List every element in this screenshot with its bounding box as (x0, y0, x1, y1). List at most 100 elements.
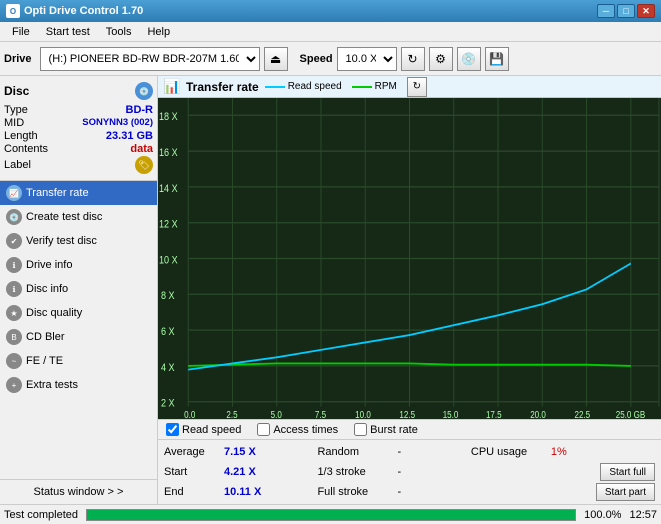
average-label: Average (164, 446, 224, 458)
chart-header: 📊 Transfer rate Read speed RPM ↻ (158, 76, 661, 98)
eject-button[interactable]: ⏏ (264, 47, 288, 71)
svg-text:10.0: 10.0 (355, 409, 371, 419)
disc-info-icon: ℹ (6, 281, 22, 297)
speed-select[interactable]: Max2.0 X4.0 X6.0 X8.0 X10.0 X12.0 X (337, 47, 397, 71)
label-icon: 🏷 (135, 156, 153, 174)
disc-contents-row: Contents data (4, 143, 153, 155)
nav-disc-info[interactable]: ℹ Disc info (0, 277, 157, 301)
end-label: End (164, 486, 224, 498)
checkbox-row: Read speed Access times Burst rate (158, 419, 661, 440)
start-value: 4.21 X (224, 466, 268, 478)
stats-row-average: Average 7.15 X Random - CPU usage 1% (164, 442, 655, 462)
sidebar: Disc 💿 Type BD-R MID SONYNN3 (002) Lengt… (0, 76, 158, 504)
stat-start-part-group: Start part (471, 483, 655, 501)
menu-start-test[interactable]: Start test (38, 24, 98, 40)
title-bar: O Opti Drive Control 1.70 ─ □ ✕ (0, 0, 661, 22)
stroke13-value: - (397, 466, 417, 478)
progress-bar-container: Test completed 100.0% 12:57 (0, 504, 661, 524)
legend-rpm-color (352, 86, 372, 88)
svg-text:15.0: 15.0 (443, 409, 459, 419)
checkbox-read-speed[interactable]: Read speed (166, 423, 241, 436)
cpu-value: 1% (551, 446, 571, 458)
create-disc-icon: 💿 (6, 209, 22, 225)
svg-text:4 X: 4 X (161, 362, 175, 374)
close-button[interactable]: ✕ (637, 4, 655, 18)
svg-text:16 X: 16 X (159, 147, 178, 159)
menu-help[interactable]: Help (139, 24, 178, 40)
progress-bar (86, 509, 576, 521)
disc-length-row: Length 23.31 GB (4, 130, 153, 142)
svg-text:5.0: 5.0 (271, 409, 282, 419)
stat-start-full-group: Start full (471, 463, 655, 481)
checkbox-access-times[interactable]: Access times (257, 423, 338, 436)
maximize-button[interactable]: □ (617, 4, 635, 18)
start-part-button[interactable]: Start part (596, 483, 655, 501)
nav-items: 📈 Transfer rate 💿 Create test disc ✔ Ver… (0, 181, 157, 479)
app-icon: O (6, 4, 20, 18)
nav-verify-test-disc[interactable]: ✔ Verify test disc (0, 229, 157, 253)
legend-read-speed: Read speed (265, 81, 342, 92)
nav-drive-info[interactable]: ℹ Drive info (0, 253, 157, 277)
legend-read-color (265, 86, 285, 88)
checkbox-burst-rate[interactable]: Burst rate (354, 423, 418, 436)
drive-select[interactable]: (H:) PIONEER BD-RW BDR-207M 1.60 (40, 47, 260, 71)
transfer-rate-icon: 📈 (6, 185, 22, 201)
menu-tools[interactable]: Tools (98, 24, 140, 40)
minimize-button[interactable]: ─ (597, 4, 615, 18)
save-button[interactable]: 💾 (485, 47, 509, 71)
disc-label-row: Label 🏷 (4, 156, 153, 174)
main-layout: Disc 💿 Type BD-R MID SONYNN3 (002) Lengt… (0, 76, 661, 504)
disc-panel: Disc 💿 Type BD-R MID SONYNN3 (002) Lengt… (0, 76, 157, 181)
disc-button[interactable]: 💿 (457, 47, 481, 71)
disc-icon: 💿 (135, 82, 153, 100)
nav-fe-te[interactable]: ~ FE / TE (0, 349, 157, 373)
stroke13-label: 1/3 stroke (317, 466, 397, 478)
full-stroke-value: - (397, 486, 417, 498)
svg-text:22.5: 22.5 (574, 409, 590, 419)
burst-rate-checkbox[interactable] (354, 423, 367, 436)
svg-text:25.0 GB: 25.0 GB (616, 409, 646, 419)
menu-bar: File Start test Tools Help (0, 22, 661, 42)
stats-row-start: Start 4.21 X 1/3 stroke - Start full (164, 462, 655, 482)
chart-title: Transfer rate (186, 80, 259, 94)
stat-end-group: End 10.11 X (164, 486, 317, 498)
legend-rpm: RPM (352, 81, 397, 92)
verify-disc-icon: ✔ (6, 233, 22, 249)
cpu-label: CPU usage (471, 446, 551, 458)
nav-extra-tests[interactable]: + Extra tests (0, 373, 157, 397)
read-speed-label: Read speed (182, 424, 241, 436)
nav-create-test-disc[interactable]: 💿 Create test disc (0, 205, 157, 229)
svg-text:14 X: 14 X (159, 183, 178, 195)
svg-text:2 X: 2 X (161, 398, 175, 410)
disc-panel-title: Disc (4, 84, 29, 98)
progress-percent: 100.0% (584, 509, 621, 521)
random-value: - (397, 446, 417, 458)
drive-info-icon: ℹ (6, 257, 22, 273)
svg-text:2.5: 2.5 (226, 409, 237, 419)
fe-te-icon: ~ (6, 353, 22, 369)
start-full-button[interactable]: Start full (600, 463, 655, 481)
svg-text:12.5: 12.5 (399, 409, 415, 419)
svg-text:20.0: 20.0 (530, 409, 546, 419)
legend-rpm-label: RPM (375, 81, 397, 92)
average-value: 7.15 X (224, 446, 268, 458)
chart-icon: 📊 (164, 79, 180, 95)
full-stroke-label: Full stroke (317, 486, 397, 498)
read-speed-checkbox[interactable] (166, 423, 179, 436)
random-label: Random (317, 446, 397, 458)
content-area: 📊 Transfer rate Read speed RPM ↻ (158, 76, 661, 504)
settings-button[interactable]: ⚙ (429, 47, 453, 71)
nav-disc-quality[interactable]: ★ Disc quality (0, 301, 157, 325)
progress-bar-fill (87, 510, 575, 520)
access-times-checkbox[interactable] (257, 423, 270, 436)
nav-transfer-rate[interactable]: 📈 Transfer rate (0, 181, 157, 205)
app-title: Opti Drive Control 1.70 (24, 5, 143, 17)
status-window-button[interactable]: Status window > > (0, 479, 157, 504)
disc-quality-icon: ★ (6, 305, 22, 321)
refresh-button[interactable]: ↻ (401, 47, 425, 71)
nav-cd-bler[interactable]: B CD Bler (0, 325, 157, 349)
chart-refresh-button[interactable]: ↻ (407, 77, 427, 97)
stat-full-stroke-group: Full stroke - (317, 486, 470, 498)
stat-stroke13-group: 1/3 stroke - (317, 466, 470, 478)
menu-file[interactable]: File (4, 24, 38, 40)
